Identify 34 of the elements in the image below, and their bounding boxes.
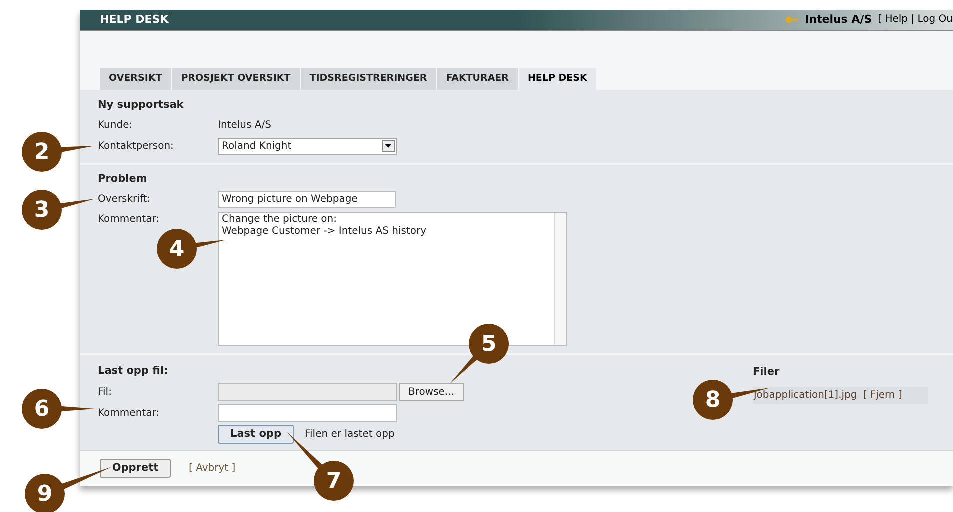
section-heading: Last opp fil: xyxy=(98,364,170,380)
files-heading: Filer xyxy=(753,365,781,380)
key-icon xyxy=(785,16,800,24)
cancel-link[interactable]: [ Avbryt ] xyxy=(189,461,236,476)
company-name: Intelus A/S xyxy=(805,12,872,28)
scrollbar-icon xyxy=(554,213,566,346)
nav-tab[interactable]: PROSJEKT OVERSIKT xyxy=(172,68,300,90)
callout-number: 3 xyxy=(22,190,62,230)
file-comment-field[interactable] xyxy=(218,404,397,422)
remove-link[interactable]: [ Fjern ] xyxy=(863,388,902,404)
section-heading: Problem xyxy=(98,172,148,187)
field-label: Kommentar: xyxy=(98,406,161,421)
nav-tab[interactable]: FAKTURAER xyxy=(437,68,518,90)
contact-dropdown[interactable]: Roland Knight xyxy=(218,138,397,155)
browse-button[interactable]: Browse... xyxy=(399,383,464,402)
section-heading: Ny supportsak xyxy=(98,98,185,113)
header-links[interactable]: [ Help | Log Ou xyxy=(878,12,953,28)
upload-status: Filen er lastet opp xyxy=(305,428,395,442)
field-label: Fil: xyxy=(98,386,113,400)
customer-value: Intelus A/S xyxy=(218,119,272,134)
nav-tab[interactable]: TIDSREGISTRERINGER xyxy=(300,68,436,90)
upload-button[interactable]: Last opp xyxy=(218,425,294,444)
nav-tab[interactable]: HELP DESK xyxy=(518,68,596,90)
field-label: Kontaktperson: xyxy=(98,140,175,154)
field-label: Kommentar: xyxy=(98,213,161,228)
field-label: Overskrift: xyxy=(98,193,152,208)
file-link[interactable]: jobapplication[1].jpg xyxy=(754,388,858,404)
create-button[interactable]: Opprett xyxy=(100,459,171,478)
file-path-field[interactable] xyxy=(218,383,397,402)
nav-tab[interactable]: OVERSIKT xyxy=(100,68,172,90)
field-label: Kunde: xyxy=(98,119,134,134)
callout-number: 9 xyxy=(25,474,65,512)
title-input[interactable]: Wrong picture on Webpage xyxy=(218,191,396,208)
app-title: HELP DESK xyxy=(100,12,169,28)
